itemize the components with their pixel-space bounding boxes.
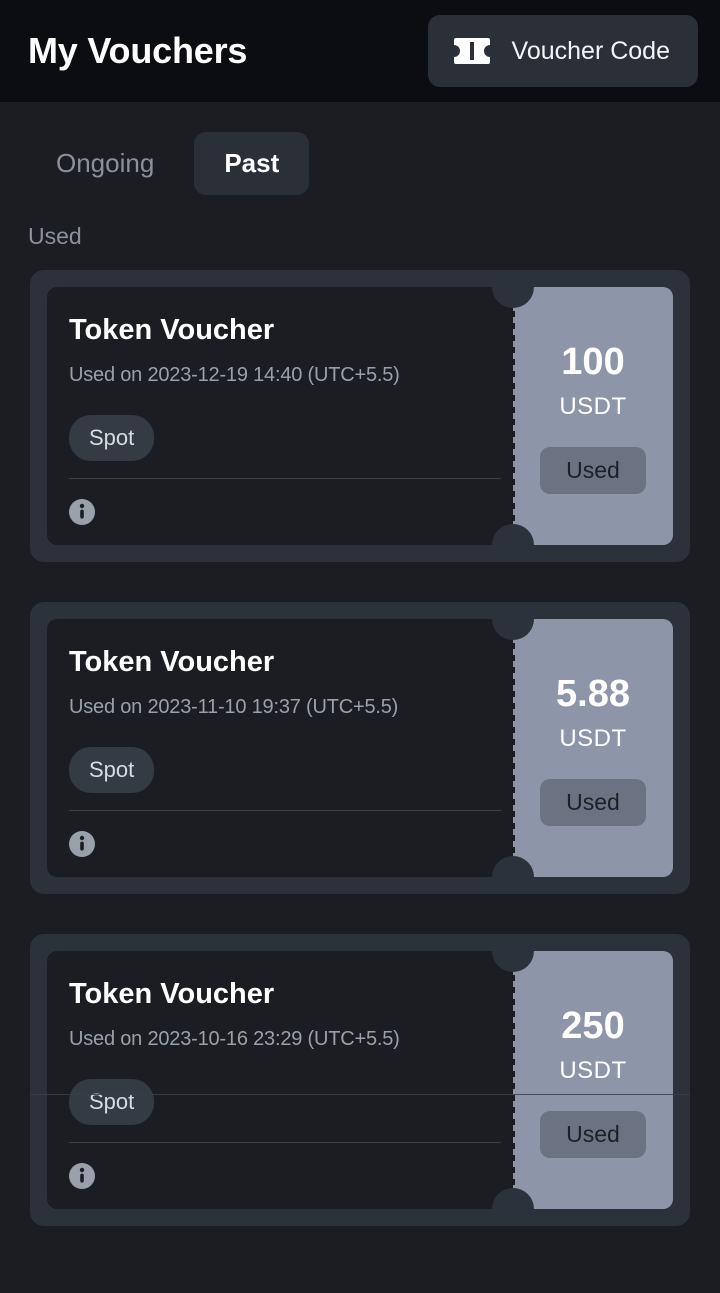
status-badge: Used [540,447,646,494]
voucher-type-chip: Spot [69,1078,155,1125]
perforation-line [510,951,515,1209]
voucher-amount: 250 [561,1005,625,1047]
voucher-used-date: Used on 2023-11-10 19:37 (UTC+5.5) [69,695,399,718]
voucher-amount: 100 [561,341,625,383]
voucher-code-button[interactable]: Voucher Code [427,15,698,87]
ticket-body: Token Voucher Used on 2023-12-19 14:40 (… [47,287,513,545]
voucher-name: Token Voucher [69,314,275,346]
ticket-icon [453,38,490,64]
voucher-currency: USDT [559,1057,627,1084]
voucher-name: Token Voucher [69,646,275,678]
app-header: My Vouchers Voucher Code [0,0,720,102]
ticket-stub: 5.88 USDT Used [492,619,673,877]
ticket: Token Voucher Used on 2023-10-16 23:29 (… [47,951,673,1209]
status-badge: Used [540,1111,646,1158]
tab-past[interactable]: Past [194,132,310,195]
ticket-body: Token Voucher Used on 2023-10-16 23:29 (… [47,951,513,1209]
perforation-line [510,619,515,877]
voucher-amount: 5.88 [556,673,630,715]
ticket: Token Voucher Used on 2023-11-10 19:37 (… [47,619,673,877]
voucher-used-date: Used on 2023-12-19 14:40 (UTC+5.5) [69,363,400,386]
voucher-used-date: Used on 2023-10-16 23:29 (UTC+5.5) [69,1027,400,1050]
ticket: Token Voucher Used on 2023-12-19 14:40 (… [47,287,673,545]
voucher-card[interactable]: Token Voucher Used on 2023-11-10 19:37 (… [30,602,690,894]
status-badge: Used [540,779,646,826]
voucher-card[interactable]: Token Voucher Used on 2023-10-16 23:29 (… [30,934,690,1226]
card-divider [69,810,501,811]
voucher-code-label: Voucher Code [511,36,670,65]
voucher-tabs: Ongoing Past [0,102,720,195]
ticket-stub: 250 USDT Used [492,951,673,1209]
tab-ongoing[interactable]: Ongoing [26,132,184,195]
section-label-used: Used [28,223,82,249]
voucher-list: Token Voucher Used on 2023-12-19 14:40 (… [0,250,720,1226]
card-divider [69,1142,501,1143]
voucher-type-chip: Spot [69,746,155,793]
voucher-type-chip: Spot [69,414,155,461]
voucher-currency: USDT [559,725,627,752]
ticket-body: Token Voucher Used on 2023-11-10 19:37 (… [47,619,513,877]
page-title: My Vouchers [28,30,248,71]
voucher-name: Token Voucher [69,978,275,1010]
perforation-line [510,287,515,545]
voucher-card[interactable]: Token Voucher Used on 2023-12-19 14:40 (… [30,270,690,562]
card-divider [69,478,501,479]
ticket-stub: 100 USDT Used [492,287,673,545]
voucher-currency: USDT [559,393,627,420]
